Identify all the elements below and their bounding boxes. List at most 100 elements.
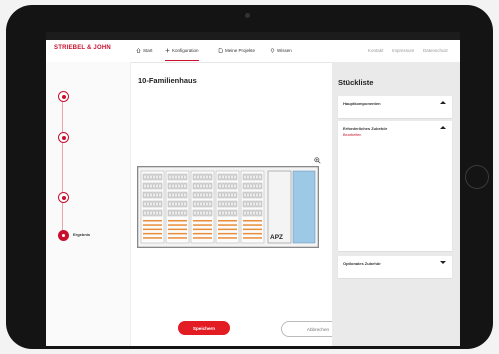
- device-module: [180, 192, 184, 198]
- device-module: [193, 210, 197, 216]
- terminal-strip: [218, 220, 237, 222]
- device-module: [180, 183, 184, 189]
- terminal-strip: [143, 224, 162, 226]
- terminal-strip: [218, 237, 237, 239]
- device-module: [196, 210, 200, 216]
- device-module: [205, 210, 209, 216]
- link-kontakt[interactable]: Kontakt: [368, 48, 383, 53]
- device-module: [193, 192, 197, 198]
- zoom-in-icon[interactable]: [314, 157, 321, 164]
- nav-meine-projekte[interactable]: Meine Projekte: [218, 48, 255, 53]
- chevron-down-icon[interactable]: [440, 261, 446, 264]
- link-datenschutz[interactable]: Datenschutz: [423, 48, 448, 53]
- main-components-label: Hauptkomponenten: [343, 101, 381, 106]
- device-module: [168, 210, 172, 216]
- device-module: [199, 183, 203, 189]
- nav-wissen[interactable]: Wissen: [270, 48, 292, 53]
- terminal-strip: [218, 232, 237, 235]
- device-module: [258, 210, 262, 216]
- device-module: [149, 201, 153, 207]
- main-components-card[interactable]: Hauptkomponenten: [338, 96, 452, 118]
- device-module: [202, 201, 206, 207]
- terminal-strip: [168, 228, 187, 231]
- device-module: [143, 201, 147, 207]
- device-module: [177, 183, 181, 189]
- terminal-strip: [143, 228, 162, 231]
- brand-logo[interactable]: STRIEBEL & JOHN: [54, 45, 111, 51]
- device-module: [196, 174, 200, 180]
- device-module: [258, 174, 262, 180]
- terminal-strip: [243, 232, 262, 235]
- device-module: [255, 174, 259, 180]
- tablet-frame: STRIEBEL & JOHN Start Konfiguration Mein…: [6, 5, 493, 349]
- home-icon: [136, 48, 141, 53]
- device-module: [196, 201, 200, 207]
- device-module: [199, 192, 203, 198]
- device-module: [205, 192, 209, 198]
- step-3-marker[interactable]: [58, 192, 69, 203]
- device-module: [146, 174, 150, 180]
- device-module: [233, 192, 237, 198]
- device-module: [152, 201, 156, 207]
- device-module: [143, 210, 147, 216]
- required-accessories-label: Erforderliches Zubehör: [343, 126, 388, 131]
- device-module: [174, 174, 178, 180]
- save-button[interactable]: Speichern: [178, 321, 230, 335]
- device-module: [218, 183, 222, 189]
- device-module: [152, 210, 156, 216]
- device-module: [246, 183, 250, 189]
- device-module: [224, 183, 228, 189]
- nav-konfiguration[interactable]: Konfiguration: [165, 48, 199, 61]
- plus-icon: [165, 48, 170, 53]
- terminal-strip: [168, 237, 187, 239]
- device-module: [171, 201, 175, 207]
- device-module: [246, 201, 250, 207]
- device-module: [249, 210, 253, 216]
- device-module: [233, 210, 237, 216]
- device-module: [199, 210, 203, 216]
- terminal-strip: [193, 232, 212, 235]
- device-module: [158, 174, 162, 180]
- apz-field: [267, 170, 292, 244]
- device-module: [152, 192, 156, 198]
- device-module: [149, 183, 153, 189]
- device-module: [221, 192, 225, 198]
- optional-accessories-card[interactable]: Optionales Zubehör: [338, 256, 452, 278]
- step-2-marker[interactable]: [58, 132, 69, 143]
- status-bar: [46, 32, 460, 40]
- required-accessories-card[interactable]: Erforderliches Zubehör Bearbeiten: [338, 121, 452, 251]
- device-module: [230, 210, 234, 216]
- device-module: [208, 183, 212, 189]
- app-screen: STRIEBEL & JOHN Start Konfiguration Mein…: [46, 32, 460, 346]
- device-module: [171, 183, 175, 189]
- step-1-marker[interactable]: [58, 91, 69, 102]
- step-4-label[interactable]: Ergebnis: [73, 232, 90, 237]
- device-module: [246, 210, 250, 216]
- device-module: [227, 201, 231, 207]
- chevron-up-icon[interactable]: [440, 126, 446, 129]
- device-module: [233, 201, 237, 207]
- device-module: [258, 183, 262, 189]
- chevron-up-icon[interactable]: [440, 101, 446, 104]
- step-4-marker[interactable]: [58, 230, 69, 241]
- edit-link[interactable]: Bearbeiten: [343, 133, 361, 137]
- device-module: [183, 210, 187, 216]
- device-module: [252, 183, 256, 189]
- cabinet-drawing[interactable]: APZ: [137, 166, 319, 248]
- terminal-strip: [193, 224, 212, 226]
- device-module: [205, 174, 209, 180]
- device-module: [168, 192, 172, 198]
- device-module: [152, 183, 156, 189]
- device-module: [221, 174, 225, 180]
- device-module: [255, 210, 259, 216]
- device-module: [174, 183, 178, 189]
- device-module: [143, 174, 147, 180]
- link-impressum[interactable]: Impressum: [392, 48, 414, 53]
- terminal-strip: [143, 237, 162, 239]
- device-module: [249, 183, 253, 189]
- device-module: [168, 183, 172, 189]
- nav-start[interactable]: Start: [136, 48, 153, 53]
- step-connector-line: [62, 100, 63, 240]
- device-module: [199, 174, 203, 180]
- device-module: [180, 174, 184, 180]
